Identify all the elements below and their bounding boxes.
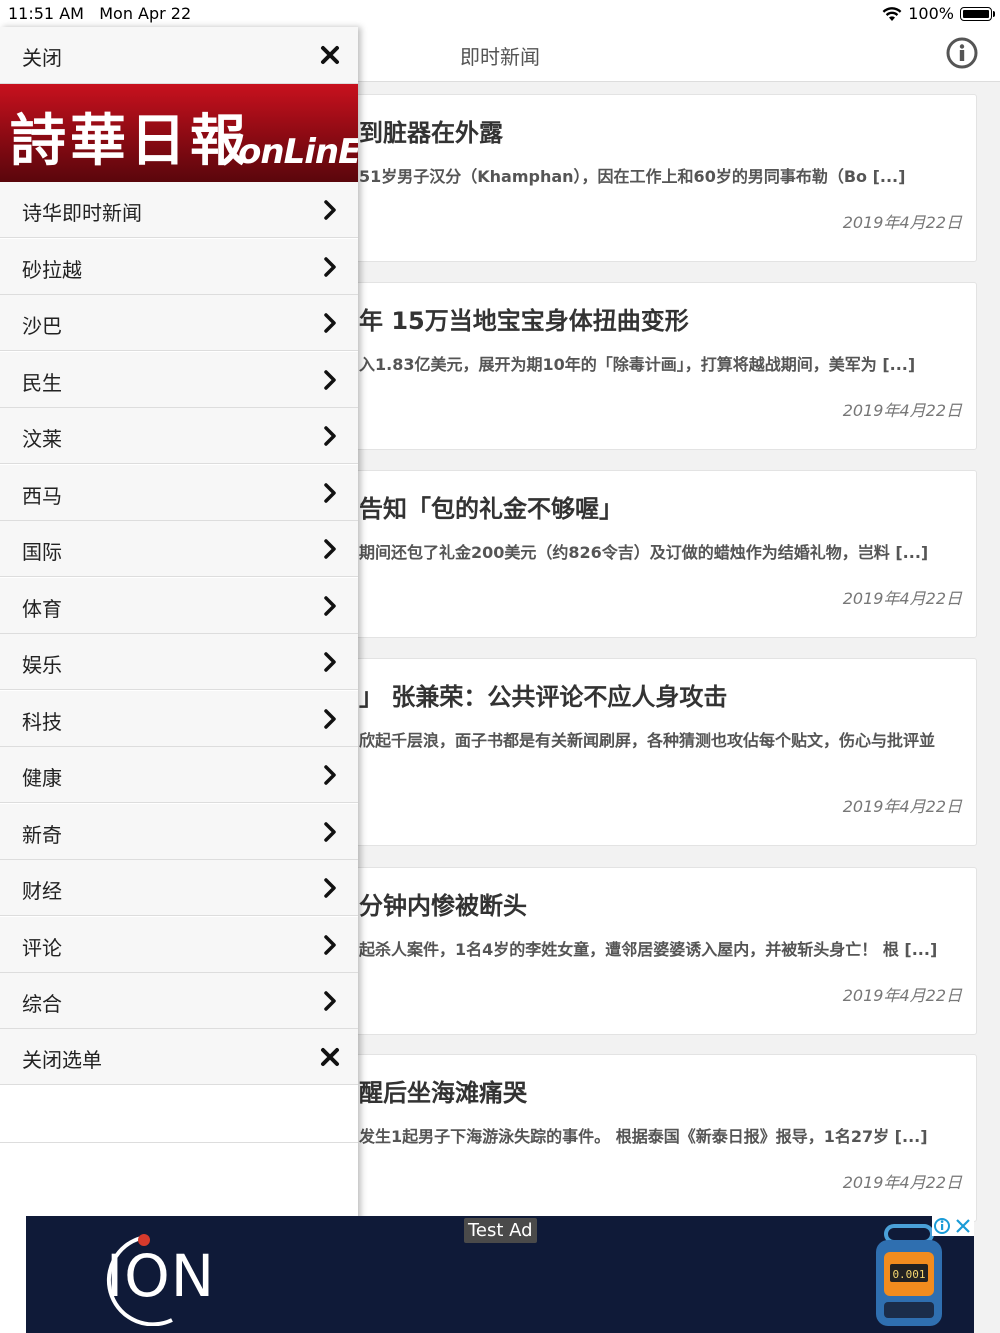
article-date: 2019年4月22日 — [842, 401, 962, 420]
menu-item[interactable]: 健康 — [0, 747, 358, 803]
wifi-icon — [882, 6, 902, 21]
article-excerpt: 期间还包了礼金200美元（约826令吉）及订做的蜡烛作为结婚礼物，岂料 [...… — [359, 543, 929, 562]
menu-item-label: 娱乐 — [22, 653, 62, 677]
chevron-right-icon — [324, 652, 336, 672]
ad-banner[interactable]: Test Ad ION 0.001 — [26, 1216, 974, 1333]
menu-item-label: 国际 — [22, 540, 62, 564]
menu-item-label: 综合 — [22, 992, 62, 1016]
close-x-icon — [321, 46, 339, 64]
article-date: 2019年4月22日 — [842, 797, 962, 816]
menu-item[interactable]: 新奇 — [0, 804, 358, 860]
menu-item[interactable]: 砂拉越 — [0, 239, 358, 295]
ad-label: Test Ad — [464, 1218, 537, 1243]
article-date: 2019年4月22日 — [842, 1173, 962, 1192]
menu-item-label: 健康 — [22, 766, 62, 790]
status-date: Mon Apr 22 — [99, 4, 192, 23]
menu-item[interactable]: 沙巴 — [0, 295, 358, 351]
menu-item[interactable]: 民生 — [0, 352, 358, 408]
menu-item-label: 诗华即时新闻 — [22, 201, 142, 225]
chevron-right-icon — [324, 539, 336, 559]
article-title[interactable]: 醒后坐海滩痛哭 — [359, 1073, 527, 1108]
status-bar: 11:51 AM Mon Apr 22 100% — [0, 0, 1000, 27]
chevron-right-icon — [324, 257, 336, 277]
article-excerpt: 发生1起男子下海游泳失踪的事件。 根据泰国《新泰日报》报导，1名27岁 [...… — [359, 1127, 928, 1146]
article-excerpt: 起杀人案件，1名4岁的李姓女童，遭邻居婆婆诱入屋内，并被斩头身亡！ 根 [...… — [359, 940, 938, 959]
chevron-right-icon — [324, 935, 336, 955]
ad-choices-icon[interactable] — [932, 1216, 974, 1236]
menu-item[interactable]: 评论 — [0, 917, 358, 973]
menu-item[interactable]: 综合 — [0, 973, 358, 1029]
menu-item[interactable]: 国际 — [0, 521, 358, 577]
article-date: 2019年4月22日 — [842, 986, 962, 1005]
logo-chinese: 詩華日報 — [10, 108, 250, 174]
article-excerpt: 入1.83亿美元，展开为期10年的「除毒计画」，打算将越战期间，美军为 [...… — [359, 355, 916, 374]
menu-item-label: 新奇 — [22, 823, 62, 847]
menu-item-label: 科技 — [22, 710, 62, 734]
drawer-empty-row — [0, 1085, 358, 1143]
article-excerpt: 欣起千层浪，面子书都是有关新闻刷屏，各种猜测也攻佔每个贴文，伤心与批评並 — [359, 731, 936, 750]
drawer-close-button[interactable]: 关闭 — [0, 27, 358, 84]
logo: 詩華日報 onLinE — [0, 84, 358, 182]
article-title[interactable]: 到脏器在外露 — [359, 113, 503, 148]
status-time: 11:51 AM Mon Apr 22 — [8, 4, 191, 23]
chevron-right-icon — [324, 709, 336, 729]
status-right: 100% — [882, 4, 995, 23]
article-title[interactable]: 告知「包的礼金不够喔」 — [359, 489, 623, 524]
article-title[interactable]: 分钟内惨被断头 — [359, 886, 527, 921]
chevron-right-icon — [324, 426, 336, 446]
article-title[interactable]: 」 张兼荣：公共评论不应人身攻击 — [359, 677, 727, 712]
close-menu-button[interactable]: 关闭选单 — [0, 1029, 358, 1085]
status-clock: 11:51 AM — [8, 4, 84, 23]
article-title[interactable]: 年 15万当地宝宝身体扭曲变形 — [359, 301, 689, 336]
ad-choices[interactable] — [932, 1216, 974, 1236]
drawer-close-label: 关闭 — [22, 46, 62, 70]
chevron-right-icon — [324, 596, 336, 616]
menu-item[interactable]: 科技 — [0, 691, 358, 747]
article-date: 2019年4月22日 — [842, 213, 962, 232]
chevron-right-icon — [324, 483, 336, 503]
ad-brand: ION — [106, 1242, 216, 1310]
menu-item-label: 评论 — [22, 936, 62, 960]
menu-item-label: 汶莱 — [22, 427, 62, 451]
battery-percent: 100% — [908, 4, 954, 23]
logo-online: onLinE — [238, 132, 358, 172]
menu-item-label: 体育 — [22, 597, 62, 621]
menu-item-label: 西马 — [22, 484, 62, 508]
info-icon[interactable] — [946, 37, 978, 69]
side-drawer: 关闭 詩華日報 onLinE 诗华即时新闻 砂拉越 沙巴 民生 汶莱 西马 国际… — [0, 27, 358, 1333]
chevron-right-icon — [324, 765, 336, 785]
menu-item-label: 民生 — [22, 371, 62, 395]
close-menu-label: 关闭选单 — [22, 1048, 102, 1072]
chevron-right-icon — [324, 822, 336, 842]
menu-item[interactable]: 西马 — [0, 465, 358, 521]
gas-detector-icon: 0.001 — [876, 1224, 942, 1326]
chevron-right-icon — [324, 313, 336, 333]
chevron-right-icon — [324, 991, 336, 1011]
chevron-right-icon — [324, 878, 336, 898]
chevron-right-icon — [324, 200, 336, 220]
close-x-icon — [321, 1048, 339, 1066]
device-readout: 0.001 — [892, 1268, 925, 1281]
article-date: 2019年4月22日 — [842, 589, 962, 608]
menu-item-label: 财经 — [22, 879, 62, 903]
menu-item-label: 砂拉越 — [22, 258, 82, 282]
menu-item[interactable]: 体育 — [0, 578, 358, 634]
article-excerpt: 51岁男子汉分（Khamphan），因在工作上和60岁的男同事布勒（Bo [..… — [359, 167, 906, 186]
menu-item[interactable]: 汶莱 — [0, 408, 358, 464]
chevron-right-icon — [324, 370, 336, 390]
menu-item[interactable]: 财经 — [0, 860, 358, 916]
menu-item[interactable]: 诗华即时新闻 — [0, 182, 358, 238]
menu-item-label: 沙巴 — [22, 314, 62, 338]
battery-icon — [960, 6, 995, 21]
menu-item[interactable]: 娱乐 — [0, 634, 358, 690]
